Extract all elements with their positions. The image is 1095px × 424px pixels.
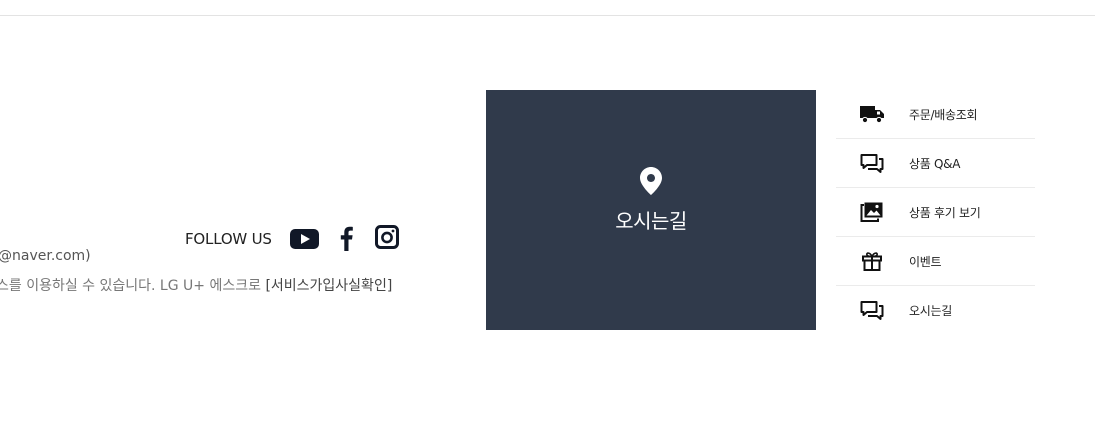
directions-tile[interactable]: 오시는길 — [486, 90, 816, 330]
follow-us-label: FOLLOW US — [185, 230, 272, 248]
quick-menu-label: 이벤트 — [909, 255, 942, 269]
escrow-notice: 스를 이용하실 수 있습니다. LG U+ 에스크로 [서비스가입사실확인] — [0, 275, 392, 295]
instagram-icon — [375, 225, 399, 249]
youtube-icon — [290, 229, 319, 249]
quick-menu-label: 주문/배송조회 — [909, 108, 978, 122]
quick-menu-item-order-tracking[interactable]: 주문/배송조회 — [836, 90, 1035, 139]
chat-bubble-icon — [860, 301, 884, 320]
quick-menu-label: 상품 후기 보기 — [909, 206, 981, 220]
gift-icon — [862, 252, 882, 271]
quick-menu-item-reviews[interactable]: 상품 후기 보기 — [836, 188, 1035, 237]
quick-menu-item-directions[interactable]: 오시는길 — [836, 286, 1035, 334]
footer-page: FOLLOW US @naver.com) 스를 이용하실 수 있습니다. LG… — [0, 0, 1095, 424]
chat-bubble-icon — [860, 154, 884, 173]
service-verify-link[interactable]: [서비스가입사실확인] — [265, 278, 392, 294]
truck-icon — [860, 106, 884, 124]
quick-menu-label: 오시는길 — [909, 304, 952, 318]
facebook-link[interactable] — [338, 225, 354, 255]
directions-tile-label: 오시는길 — [615, 209, 687, 233]
image-icon — [860, 202, 883, 222]
instagram-link[interactable] — [375, 225, 399, 253]
quick-menu: 주문/배송조회 상품 Q&A 상품 후기 보기 이벤트 오시는길 — [836, 90, 1035, 334]
facebook-icon — [340, 226, 353, 251]
contact-email: @naver.com) — [0, 248, 91, 264]
quick-menu-item-qna[interactable]: 상품 Q&A — [836, 139, 1035, 188]
quick-menu-label: 상품 Q&A — [909, 157, 961, 171]
header-divider — [0, 15, 1095, 16]
map-pin-icon — [640, 167, 662, 195]
quick-menu-item-events[interactable]: 이벤트 — [836, 237, 1035, 286]
youtube-link[interactable] — [290, 229, 319, 253]
escrow-notice-text: 스를 이용하실 수 있습니다. LG U+ 에스크로 — [0, 278, 266, 294]
